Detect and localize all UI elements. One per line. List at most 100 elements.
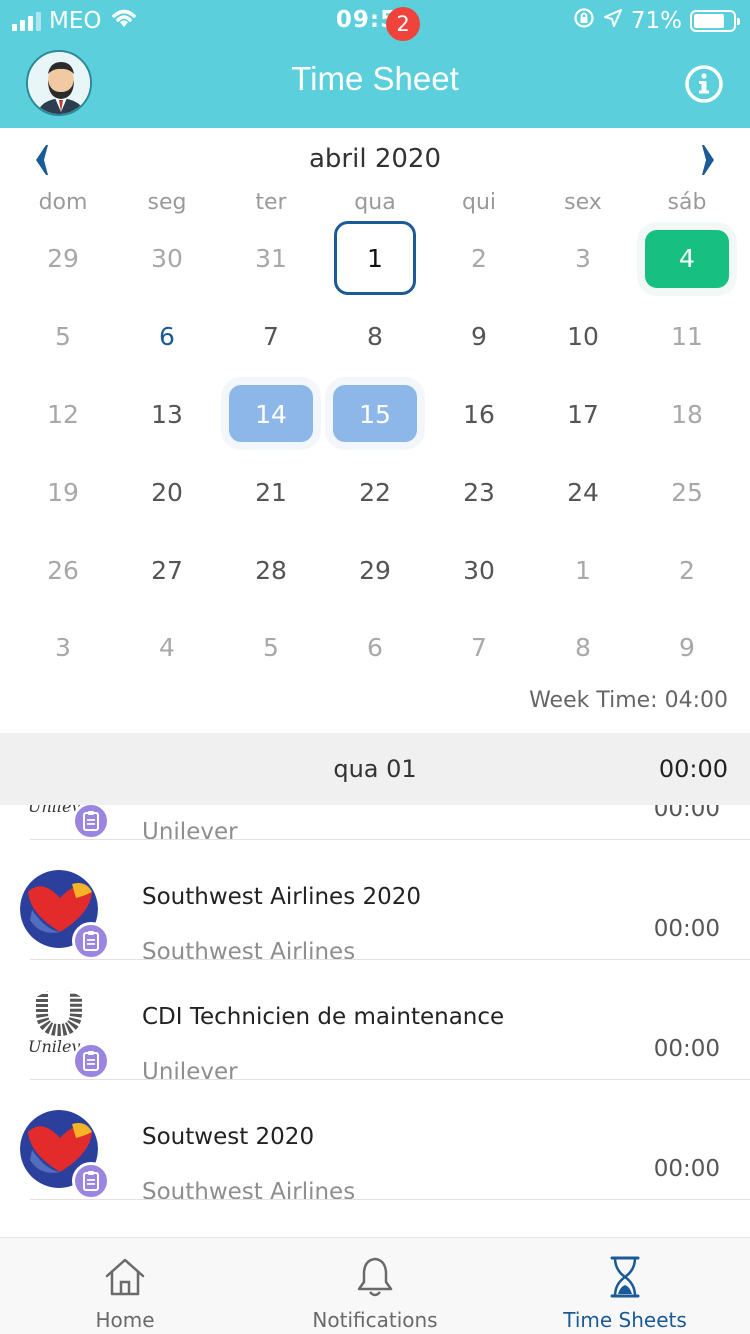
calendar-day[interactable]: 4 (635, 220, 739, 298)
status-bar: MEO 09:53 71% (0, 0, 750, 40)
entry-time: 00:00 (653, 805, 720, 822)
day-number: 27 (151, 555, 183, 585)
project-name: Soutwest 2020 (142, 1124, 315, 1150)
calendar-day[interactable]: 30 (427, 531, 531, 609)
day-number: 9 (471, 322, 487, 352)
weekday-label: dom (38, 190, 88, 215)
calendar-day[interactable]: 13 (115, 376, 219, 454)
calendar-day[interactable]: 6 (323, 609, 427, 687)
calendar-day[interactable]: 1 (531, 531, 635, 609)
calendar-day[interactable]: 27 (115, 531, 219, 609)
day-label: qua 01 (333, 755, 417, 783)
calendar-day[interactable]: 29 (11, 220, 115, 298)
tab-notifications[interactable]: Notifications (250, 1238, 500, 1334)
calendar-grid: 29 30 31 1 2 3 4 5 6 7 8 9 10 11 12 13 14 15 16 17 18 19 20 21 2… (11, 220, 739, 687)
page-title: Time Sheet (291, 60, 459, 97)
calendar-day[interactable]: 4 (115, 609, 219, 687)
calendar-day[interactable]: 31 (219, 220, 323, 298)
calendar-day[interactable]: 9 (635, 609, 739, 687)
tab-timesheets-label: Time Sheets (563, 1308, 687, 1332)
weekday-header: dom seg ter qua qui sex sáb (11, 190, 739, 215)
timesheet-entry[interactable]: Unilev CDI Technicien de maintenance Uni… (0, 960, 750, 1085)
calendar-day[interactable]: 14 (219, 376, 323, 454)
day-total-time: 00:00 (658, 755, 728, 783)
weekday-label: qui (461, 190, 497, 215)
calendar-day[interactable]: 30 (115, 220, 219, 298)
calendar-day[interactable]: 17 (531, 376, 635, 454)
day-number: 9 (679, 633, 695, 663)
calendar-day[interactable]: 26 (11, 531, 115, 609)
calendar-week-row: 19 20 21 22 23 24 25 (11, 453, 739, 531)
calendar-day[interactable]: 23 (427, 453, 531, 531)
timesheet-entry[interactable]: Southwest Airlines 2020 Southwest Airlin… (0, 840, 750, 965)
project-name: Southwest Airlines 2020 (142, 884, 422, 910)
battery-percent: 71% (630, 8, 682, 34)
calendar-week-row: 29 30 31 1 2 3 4 (11, 220, 739, 298)
day-number: 3 (575, 244, 591, 274)
tab-notifications-label: Notifications (312, 1308, 438, 1332)
day-number: 5 (263, 633, 279, 663)
day-number: 2 (679, 555, 695, 585)
calendar-day[interactable]: 16 (427, 376, 531, 454)
day-number: 3 (55, 633, 71, 663)
calendar-day[interactable]: 15 (323, 376, 427, 454)
calendar-day[interactable]: 29 (323, 531, 427, 609)
next-month-button[interactable] (694, 142, 724, 178)
day-number: 1 (575, 555, 591, 585)
day-number: 1 (367, 244, 383, 274)
clipboard-icon (72, 922, 110, 960)
calendar-day[interactable]: 10 (531, 298, 635, 376)
calendar-day[interactable]: 7 (427, 609, 531, 687)
day-number: 31 (255, 244, 287, 274)
day-number: 7 (471, 633, 487, 663)
day-number: 8 (367, 322, 383, 352)
info-button[interactable] (684, 64, 724, 104)
calendar-day[interactable]: 24 (531, 453, 635, 531)
day-number: 18 (671, 399, 703, 429)
day-number: 30 (151, 244, 183, 274)
calendar-day[interactable]: 8 (323, 298, 427, 376)
weekday-label: ter (255, 190, 287, 215)
calendar-day[interactable]: 19 (11, 453, 115, 531)
calendar-day[interactable]: 18 (635, 376, 739, 454)
hourglass-icon (610, 1256, 640, 1298)
day-number: 14 (255, 399, 287, 429)
entry-time: 00:00 (653, 1156, 720, 1182)
entry-time: 00:00 (653, 916, 720, 942)
tab-timesheets[interactable]: Time Sheets (500, 1238, 750, 1334)
calendar-day[interactable]: 25 (635, 453, 739, 531)
timesheet-list: Unilev Unilever 00:00 Southwest Airlines… (0, 805, 750, 1237)
calendar-day[interactable]: 7 (219, 298, 323, 376)
calendar-day[interactable]: 5 (219, 609, 323, 687)
calendar-day[interactable]: 22 (323, 453, 427, 531)
weekday-label: qua (354, 190, 396, 215)
entry-time: 00:00 (653, 1036, 720, 1062)
timesheet-entry[interactable]: Soutwest 2020 Southwest Airlines 00:00 (0, 1080, 750, 1205)
calendar-day[interactable]: 9 (427, 298, 531, 376)
calendar-day[interactable]: 2 (635, 531, 739, 609)
calendar-day[interactable]: 28 (219, 531, 323, 609)
day-number: 6 (159, 322, 175, 352)
calendar-day[interactable]: 12 (11, 376, 115, 454)
day-number: 17 (567, 399, 599, 429)
calendar-day[interactable]: 1 (323, 220, 427, 298)
week-time-label: Week Time: 04:00 (529, 688, 728, 713)
calendar-week-row: 12 13 14 15 16 17 18 (11, 376, 739, 454)
day-number: 6 (367, 633, 383, 663)
tab-home[interactable]: Home (0, 1238, 250, 1334)
calendar-day[interactable]: 3 (11, 609, 115, 687)
calendar-day[interactable]: 20 (115, 453, 219, 531)
calendar-day[interactable]: 5 (11, 298, 115, 376)
calendar-day[interactable]: 8 (531, 609, 635, 687)
calendar-day[interactable]: 6 (115, 298, 219, 376)
battery-icon (690, 10, 740, 32)
bell-icon (357, 1257, 393, 1297)
calendar-day[interactable]: 21 (219, 453, 323, 531)
calendar-day[interactable]: 11 (635, 298, 739, 376)
client-name: Southwest Airlines (142, 1179, 356, 1205)
weekday-label: seg (147, 190, 187, 215)
calendar-day[interactable]: 2 (427, 220, 531, 298)
day-number: 4 (159, 633, 175, 663)
timesheet-entry[interactable]: Unilev Unilever 00:00 (0, 805, 750, 845)
calendar-day[interactable]: 3 (531, 220, 635, 298)
